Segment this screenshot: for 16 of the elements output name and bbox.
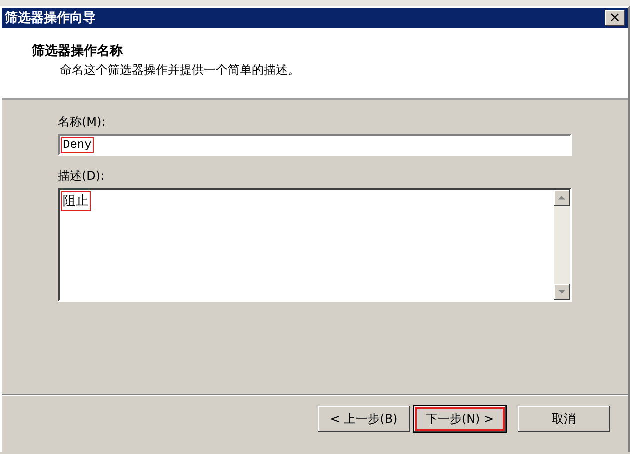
scroll-down-icon[interactable] xyxy=(554,284,570,300)
scrollbar[interactable] xyxy=(554,190,570,300)
name-label: 名称(M): xyxy=(58,114,107,131)
wizard-button[interactable]: 取消 xyxy=(518,406,610,432)
name-field[interactable]: Deny xyxy=(58,134,572,156)
wizard-button[interactable]: < 上一步(B) xyxy=(318,406,410,432)
name-value: Deny xyxy=(61,137,94,153)
description-field[interactable]: 阻止 xyxy=(58,188,572,302)
close-button[interactable]: × xyxy=(605,10,625,26)
scroll-up-icon[interactable] xyxy=(554,190,570,206)
description-value: 阻止 xyxy=(61,191,91,211)
window-title: 筛选器操作向导 xyxy=(5,10,96,27)
page-title: 筛选器操作名称 xyxy=(32,43,124,60)
page-subtitle: 命名这个筛选器操作并提供一个简单的描述。 xyxy=(60,62,301,79)
wizard-button[interactable]: 下一步(N) > xyxy=(414,406,506,432)
description-label: 描述(D): xyxy=(58,168,106,185)
